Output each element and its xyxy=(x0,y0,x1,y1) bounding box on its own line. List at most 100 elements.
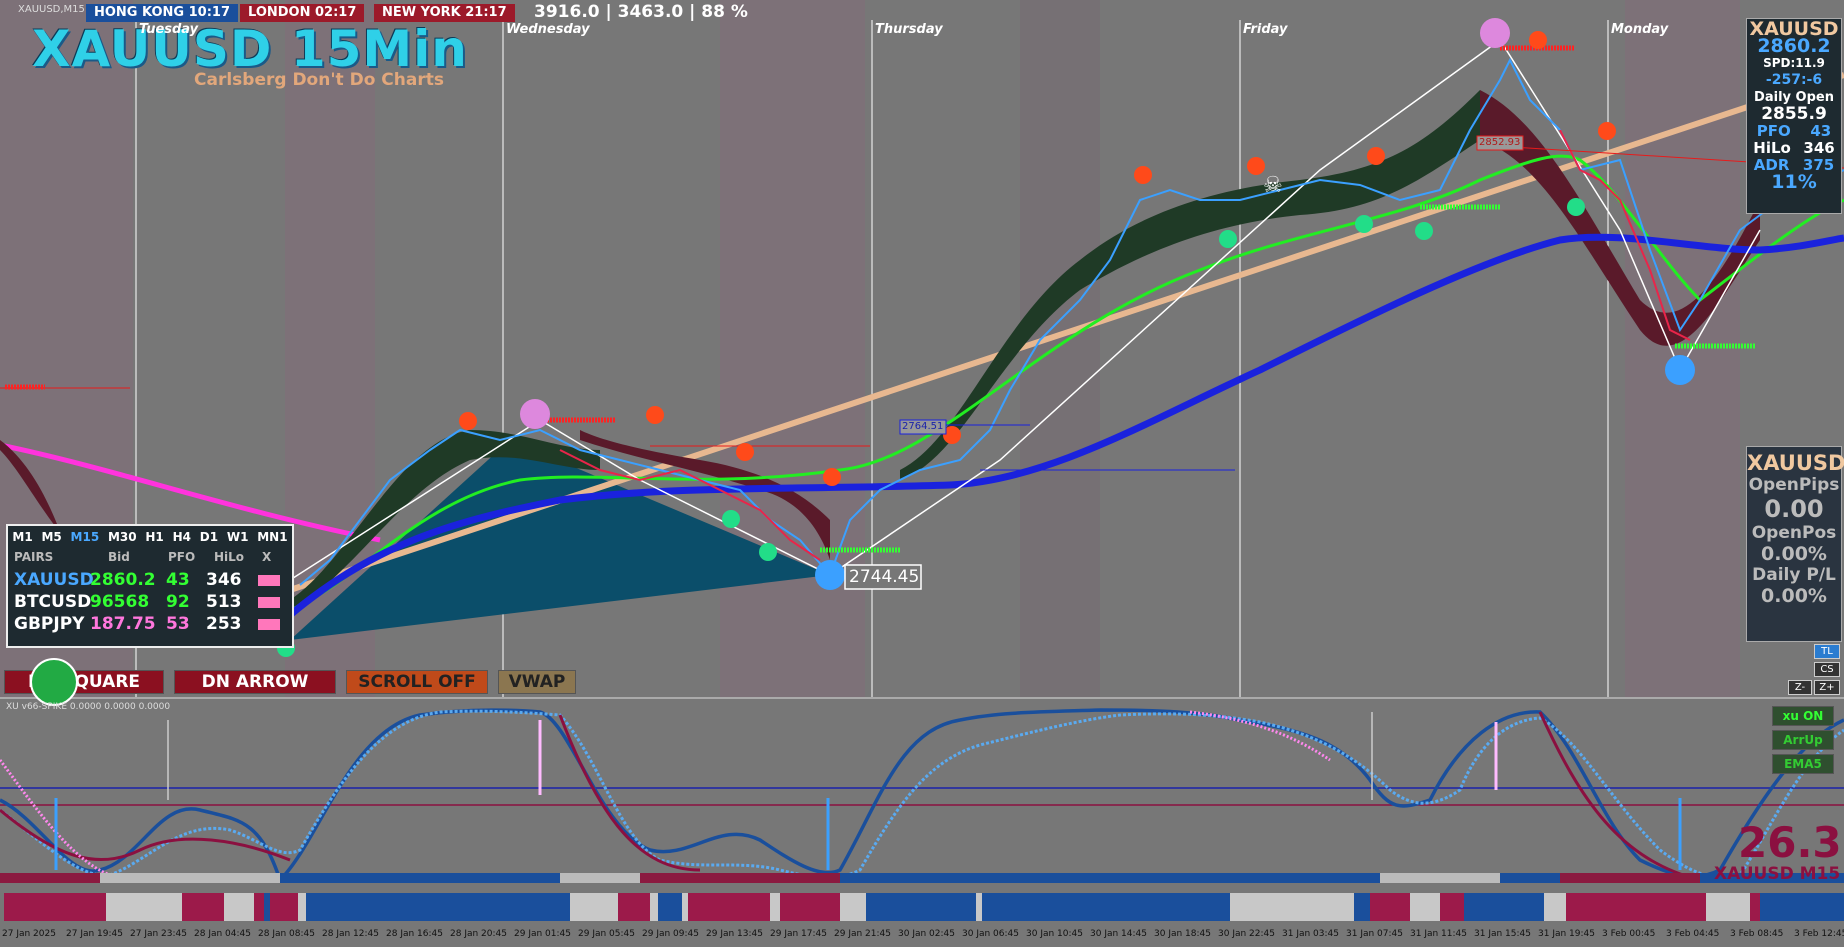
histogram-segment xyxy=(1560,873,1700,883)
pair-bid: 96568 xyxy=(90,592,150,612)
state-segment xyxy=(1322,893,1354,921)
tf-d1[interactable]: D1 xyxy=(200,530,218,544)
major-low-dot xyxy=(1665,355,1695,385)
header-pfo: PFO xyxy=(168,550,196,564)
state-segment xyxy=(1410,893,1440,921)
tf-h4[interactable]: H4 xyxy=(173,530,191,544)
swing-high-dot xyxy=(736,443,754,461)
x-axis-label: 31 Jan 07:45 xyxy=(1346,929,1403,939)
indicator-value: 26.3 xyxy=(1738,818,1842,867)
day-label: Tuesday xyxy=(139,22,199,37)
price-chart-canvas[interactable]: ☠ xyxy=(0,0,1844,947)
day-label: Monday xyxy=(1611,22,1669,37)
pair-bid: 2860.2 xyxy=(90,570,156,590)
state-segment xyxy=(254,893,264,921)
x-axis-label: 28 Jan 20:45 xyxy=(450,929,507,939)
swing-high-dot xyxy=(1598,122,1616,140)
price-info-box: XAUUSD 2860.2 SPD:11.9 -257:-6 Daily Ope… xyxy=(1746,18,1842,214)
state-segment xyxy=(298,893,306,921)
session-shade xyxy=(720,0,865,698)
x-axis-label: 28 Jan 04:45 xyxy=(194,929,251,939)
pairs-panel: M1 M5 M15 M30 H1 H4 D1 W1 MN1 PAIRS Bid … xyxy=(6,524,294,648)
pair-row[interactable]: XAUUSD 2860.2 43 346 xyxy=(8,570,292,592)
ema5-button[interactable]: EMA5 xyxy=(1772,754,1834,774)
x-axis-label: 29 Jan 17:45 xyxy=(770,929,827,939)
pair-close-button[interactable] xyxy=(258,619,280,630)
info-hilo: 346 xyxy=(1803,139,1835,157)
info-price: 2860.2 xyxy=(1757,35,1831,57)
state-segment xyxy=(106,893,182,921)
session-shade xyxy=(1020,0,1100,698)
pair-hilo: 513 xyxy=(206,592,242,612)
x-axis-label: 3 Feb 00:45 xyxy=(1602,929,1656,939)
chart-subtitle: Carlsberg Don't Do Charts xyxy=(194,70,444,90)
pair-close-button[interactable] xyxy=(258,575,280,586)
timeframe-row: M1 M5 M15 M30 H1 H4 D1 W1 MN1 xyxy=(8,530,292,544)
swing-high-dot xyxy=(1367,147,1385,165)
scroll-off-button[interactable]: SCROLL OFF xyxy=(346,670,488,694)
pnl-symbol: XAUUSD xyxy=(1747,451,1844,475)
swing-low-dot xyxy=(722,510,740,528)
zoom-in-button[interactable]: Z+ xyxy=(1814,680,1840,695)
x-axis-label: 27 Jan 2025 xyxy=(2,929,56,939)
arrow-up-button[interactable]: ArrUp xyxy=(1772,730,1834,750)
x-axis-label: 27 Jan 19:45 xyxy=(66,929,123,939)
tf-mn1[interactable]: MN1 xyxy=(257,530,287,544)
signal-icon xyxy=(30,658,78,706)
x-axis-label: 30 Jan 22:45 xyxy=(1218,929,1275,939)
state-segment xyxy=(650,893,658,921)
zoom-out-button[interactable]: Z- xyxy=(1788,680,1812,695)
x-axis-label: 3 Feb 08:45 xyxy=(1730,929,1784,939)
state-segment xyxy=(182,893,224,921)
info-change: -257:-6 xyxy=(1765,72,1823,88)
account-stats: 3916.0 | 3463.0 | 88 % xyxy=(534,2,748,22)
header-bid: Bid xyxy=(108,550,130,564)
vwap-button[interactable]: VWAP xyxy=(498,670,576,694)
swing-low-dot xyxy=(1219,230,1237,248)
swing-low-dot xyxy=(1355,215,1373,233)
pair-row[interactable]: BTCUSD 96568 92 513 xyxy=(8,592,292,614)
x-axis-label: 27 Jan 23:45 xyxy=(130,929,187,939)
xu-on-button[interactable]: xu ON xyxy=(1772,706,1834,726)
swing-low-dot xyxy=(1415,222,1433,240)
tf-m1[interactable]: M1 xyxy=(12,530,32,544)
tl-button[interactable]: TL xyxy=(1814,644,1840,659)
open-pips-label: OpenPips xyxy=(1748,475,1840,495)
state-segment xyxy=(976,893,982,921)
tf-m15[interactable]: M15 xyxy=(71,530,100,544)
x-axis-label: 30 Jan 10:45 xyxy=(1026,929,1083,939)
cs-button[interactable]: CS xyxy=(1814,662,1840,677)
pair-pfo: 53 xyxy=(166,614,190,634)
open-pos-label: OpenPos xyxy=(1751,523,1837,543)
state-segment xyxy=(224,893,254,921)
dn-arrow-button[interactable]: DN ARROW xyxy=(174,670,336,694)
daily-pl-label: Daily P/L xyxy=(1752,565,1836,585)
info-hilo-row: HiLo 346 xyxy=(1747,140,1841,157)
tf-m30[interactable]: M30 xyxy=(108,530,137,544)
session-shade xyxy=(1625,0,1740,698)
x-axis-label: 29 Jan 21:45 xyxy=(834,929,891,939)
x-axis-label: 31 Jan 11:45 xyxy=(1410,929,1467,939)
swing-high-dot xyxy=(823,468,841,486)
x-axis-label: 30 Jan 06:45 xyxy=(962,929,1019,939)
tf-w1[interactable]: W1 xyxy=(227,530,249,544)
tf-m5[interactable]: M5 xyxy=(41,530,61,544)
pair-close-button[interactable] xyxy=(258,597,280,608)
x-axis-label: 29 Jan 01:45 xyxy=(514,929,571,939)
x-axis-label: 31 Jan 03:45 xyxy=(1282,929,1339,939)
info-spread: SPD:11.9 xyxy=(1763,56,1825,70)
x-axis-label: 29 Jan 05:45 xyxy=(578,929,635,939)
major-low-dot xyxy=(815,560,845,590)
pair-row[interactable]: GBPJPY 187.75 53 253 xyxy=(8,614,292,636)
state-segment xyxy=(618,893,650,921)
state-segment xyxy=(1230,893,1322,921)
swing-high-dot xyxy=(1134,166,1152,184)
state-segment xyxy=(1544,893,1566,921)
bull-cloud xyxy=(900,90,1480,480)
pair-pfo: 43 xyxy=(166,570,190,590)
pair-name: GBPJPY xyxy=(14,614,85,634)
state-segment xyxy=(570,893,618,921)
swing-high-dot xyxy=(1529,31,1547,49)
tf-h1[interactable]: H1 xyxy=(145,530,163,544)
dn-square-button[interactable]: DN SQUARE xyxy=(4,670,164,694)
